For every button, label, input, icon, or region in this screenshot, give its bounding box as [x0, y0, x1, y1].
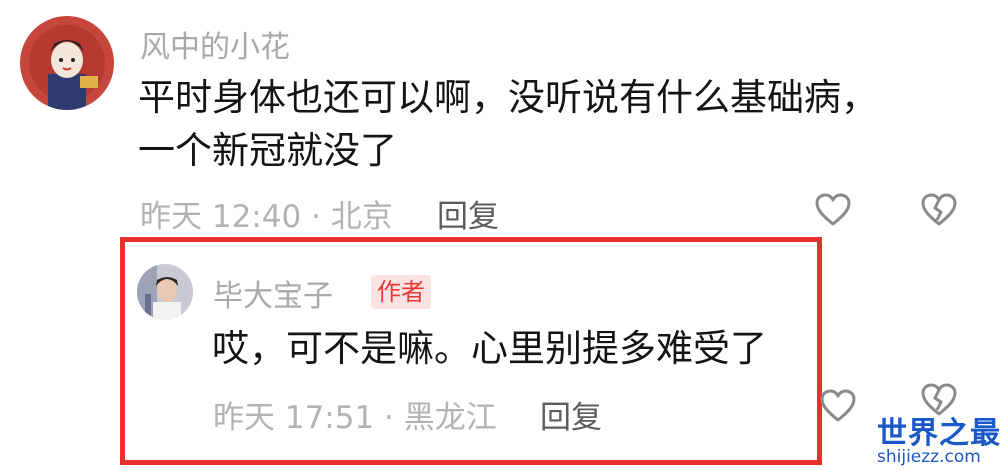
- broken-heart-icon[interactable]: [918, 190, 960, 230]
- comment-username[interactable]: 风中的小花: [140, 22, 290, 66]
- comment-text-line2: 一个新冠就没了: [138, 129, 397, 172]
- heart-outline-icon[interactable]: [813, 190, 853, 230]
- reply-text: 哎，可不是嘛。心里别提多难受了: [212, 327, 767, 370]
- author-badge: 作者: [371, 275, 431, 309]
- reply-meta: 昨天 17:51 · 黑龙江: [213, 400, 497, 436]
- comment-meta: 昨天 12:40 · 北京: [140, 199, 393, 235]
- watermark-title: 世界之最: [877, 416, 1000, 451]
- avatar-bidabaozi[interactable]: [137, 264, 193, 320]
- reply-heart-outline-icon[interactable]: [818, 386, 858, 426]
- reply-username[interactable]: 毕大宝子: [213, 271, 333, 315]
- comment-reply-button[interactable]: 回复: [437, 191, 499, 236]
- comment-text-line1: 平时身体也还可以啊，没听说有什么基础病，: [138, 76, 878, 119]
- reply-reply-button[interactable]: 回复: [540, 392, 602, 437]
- avatar-fengzhong[interactable]: [20, 16, 114, 110]
- watermark-url: shijiezz.com: [877, 447, 981, 467]
